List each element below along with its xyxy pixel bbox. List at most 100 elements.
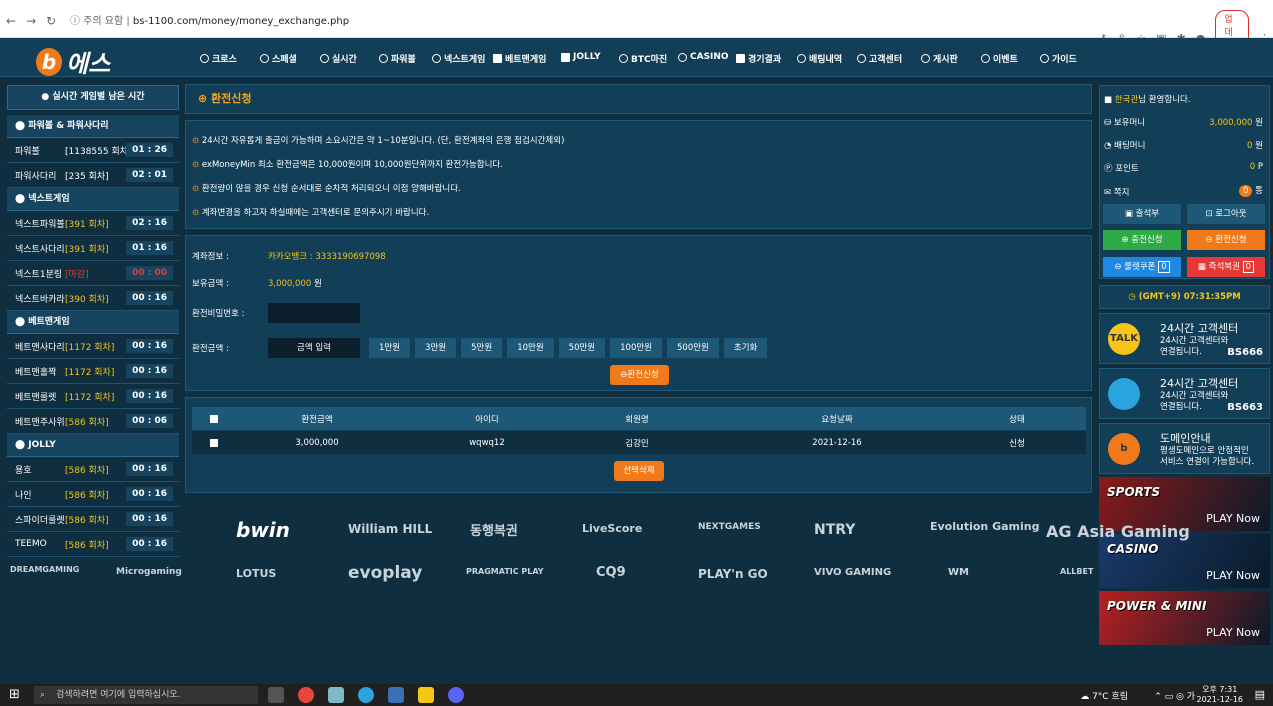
tray-icons[interactable]: ⌃ ▭ ◎ 가 <box>1154 689 1195 702</box>
password-label: 환전비밀번호 : <box>192 309 245 319</box>
message-label[interactable]: ✉ 쪽지 <box>1104 186 1129 198</box>
menu-item-0[interactable]: 크로스 <box>200 52 237 65</box>
support-card[interactable]: b 도메인안내 평생도메인으로 안정적인 서비스 연결이 가능합니다. <box>1099 423 1270 474</box>
menu-item-7[interactable]: BTC마진 <box>619 52 667 65</box>
menu-item-4[interactable]: 넥스트게임 <box>432 52 485 65</box>
game-round: [1138555 회차] <box>65 146 132 157</box>
row-checkbox[interactable] <box>210 438 218 447</box>
amount-button[interactable]: 100만원 <box>610 338 662 358</box>
amount-input[interactable]: 금액 입력 <box>268 338 360 358</box>
roulette-coupon-button[interactable]: ⊖ 룰렛쿠폰 0 <box>1103 257 1181 277</box>
calculator-icon[interactable] <box>388 687 404 703</box>
menu-item-1[interactable]: 스페셜 <box>260 52 297 65</box>
money-value: 3,000,000 <box>268 279 312 289</box>
lottery-button[interactable]: ▦ 즉석복권 0 <box>1187 257 1265 277</box>
exchange-submit-button[interactable]: ⊖환전신청 <box>610 365 669 385</box>
game-timer-row[interactable]: 파워볼 [1138555 회차] 01 : 26 <box>7 138 179 163</box>
game-timer-row[interactable]: 넥스트바카라 [390 회차] 00 : 16 <box>7 286 179 311</box>
amount-button[interactable]: 3만원 <box>415 338 457 358</box>
game-timer-row[interactable]: 베트맨홀짝 [1172 회차] 00 : 16 <box>7 359 179 384</box>
game-banner[interactable]: POWER & MINI PLAY Now <box>1099 591 1270 645</box>
amount-button[interactable]: 500만원 <box>667 338 719 358</box>
provider-logo: WM <box>948 567 969 578</box>
chrome-icon[interactable] <box>298 687 314 703</box>
kakaotalk-icon[interactable] <box>418 687 434 703</box>
menu-item-5[interactable]: 베트맨게임 <box>493 52 546 65</box>
discord-icon[interactable] <box>448 687 464 703</box>
select-all-checkbox[interactable] <box>210 414 218 423</box>
provider-logos: bwin William HILL 동행복권 LiveScore NEXTGAMES NT… <box>0 510 1190 610</box>
game-banner[interactable]: CASINO PLAY Now <box>1099 534 1270 588</box>
notification-icon[interactable]: ▤ <box>1255 688 1265 701</box>
game-timer-row[interactable]: 파워사다리 [235 회차] 02 : 01 <box>7 163 179 188</box>
address-bar[interactable]: ⓘ 주의 요함 | bs-1100.com/money/money_exchan… <box>70 12 349 27</box>
menu-item-13[interactable]: 이벤트 <box>981 52 1018 65</box>
menu-item-9[interactable]: 경기결과 <box>736 52 781 65</box>
reload-icon[interactable]: ↻ <box>46 14 56 28</box>
game-timer-row[interactable]: 베트맨사다리 [1172 회차] 00 : 16 <box>7 334 179 359</box>
support-card[interactable]: TALK 24시간 고객센터 24시간 고객센터와 연결됩니다. BS666 <box>1099 313 1270 364</box>
game-round: [391 회차] <box>65 219 109 230</box>
notice-icon: ⊙ <box>192 208 200 218</box>
menu-item-3[interactable]: 파워볼 <box>379 52 416 65</box>
app-icon[interactable] <box>328 687 344 703</box>
game-round: [1172 회차] <box>65 392 115 403</box>
back-icon[interactable]: ← <box>6 14 16 28</box>
menu-icon <box>981 54 990 63</box>
amount-button[interactable]: 50만원 <box>558 338 606 358</box>
game-timer-row[interactable]: 넥스트사다리 [391 회차] 01 : 16 <box>7 236 179 261</box>
game-time: 00 : 16 <box>126 462 173 476</box>
task-view-icon[interactable] <box>268 687 284 703</box>
amount-button[interactable]: 10만원 <box>507 338 554 358</box>
delete-selected-button[interactable]: 선택삭제 <box>614 461 664 481</box>
sidebar-section-header: ⬤ JOLLY <box>7 434 179 457</box>
taskbar-search[interactable]: ⌕ 검색하려면 여기에 입력하십시오. <box>34 686 258 704</box>
exchange-button[interactable]: ⊖ 환전신청 <box>1187 230 1265 250</box>
menu-item-10[interactable]: 배팅내역 <box>797 52 842 65</box>
password-input[interactable] <box>268 303 360 323</box>
game-timer-row[interactable]: 베트맨주사위 [586 회차] 00 : 06 <box>7 409 179 434</box>
game-timer-row[interactable]: 넥스트파워볼 [391 회차] 02 : 16 <box>7 211 179 236</box>
notice-icon: ⊙ <box>192 136 200 146</box>
windows-taskbar: ⊞ ⌕ 검색하려면 여기에 입력하십시오. ☁ 7°C 흐림 ⌃ ▭ ◎ 가 오후… <box>0 684 1273 706</box>
game-timer-row[interactable]: 나인 [586 회차] 00 : 16 <box>7 482 179 507</box>
menu-icon <box>678 52 687 62</box>
money-unit: 원 <box>313 279 322 289</box>
card-subtitle: 평생도메인으로 안정적인 서비스 연결이 가능합니다. <box>1160 446 1255 467</box>
table-row: 3,000,000 wqwq12 김강민 2021-12-16 신청 <box>192 431 1086 454</box>
point-label: Ⓟ 포인트 <box>1104 164 1139 174</box>
menu-item-2[interactable]: 실시간 <box>320 52 357 65</box>
game-timer-row[interactable]: 용호 [586 회차] 00 : 16 <box>7 457 179 482</box>
message-value[interactable]: 0 통 <box>1239 184 1263 197</box>
support-card[interactable]: 24시간 고객센터 24시간 고객센터와 연결됩니다. BS663 <box>1099 368 1270 419</box>
menu-item-6[interactable]: JOLLY <box>561 52 601 62</box>
weather-text[interactable]: ☁ 7°C 흐림 <box>1080 689 1128 702</box>
attendance-button[interactable]: ▣ 출석부 <box>1103 204 1181 224</box>
logout-button[interactable]: ⊡ 로그아웃 <box>1187 204 1265 224</box>
menu-item-12[interactable]: 게시판 <box>921 52 958 65</box>
windows-start-icon[interactable]: ⊞ <box>9 687 20 702</box>
menu-item-11[interactable]: 고객센터 <box>857 52 902 65</box>
site-logo[interactable]: b 에스 <box>36 44 110 79</box>
telegram-icon[interactable] <box>358 687 374 703</box>
game-timer-row[interactable]: 넥스트1분링 [마감] 00 : 00 <box>7 261 179 286</box>
charge-button[interactable]: ⊕ 충전신청 <box>1103 230 1181 250</box>
notice-icon: ⊙ <box>192 160 200 170</box>
menu-item-14[interactable]: 가이드 <box>1040 52 1077 65</box>
bet-money-value: 0 원 <box>1247 141 1263 151</box>
taskbar-clock[interactable]: 오후 7:31 2021-12-16 <box>1197 685 1244 705</box>
forward-icon[interactable]: → <box>26 14 36 28</box>
game-time: 01 : 16 <box>126 241 173 255</box>
amount-button[interactable]: 초기화 <box>723 338 768 358</box>
game-round: [586 회차] <box>65 490 109 501</box>
amount-button[interactable]: 5만원 <box>461 338 503 358</box>
game-time: 00 : 00 <box>126 266 173 280</box>
menu-icon <box>619 54 628 63</box>
game-time: 00 : 16 <box>126 487 173 501</box>
amount-button[interactable]: 1만원 <box>369 338 411 358</box>
provider-logo: 동행복권 <box>470 524 518 539</box>
game-timer-row[interactable]: 베트맨룰렛 [1172 회차] 00 : 16 <box>7 384 179 409</box>
menu-item-8[interactable]: CASINO <box>678 52 729 62</box>
cell-name: 김강민 <box>625 438 649 449</box>
provider-logo: DREAMGAMING <box>10 565 80 574</box>
